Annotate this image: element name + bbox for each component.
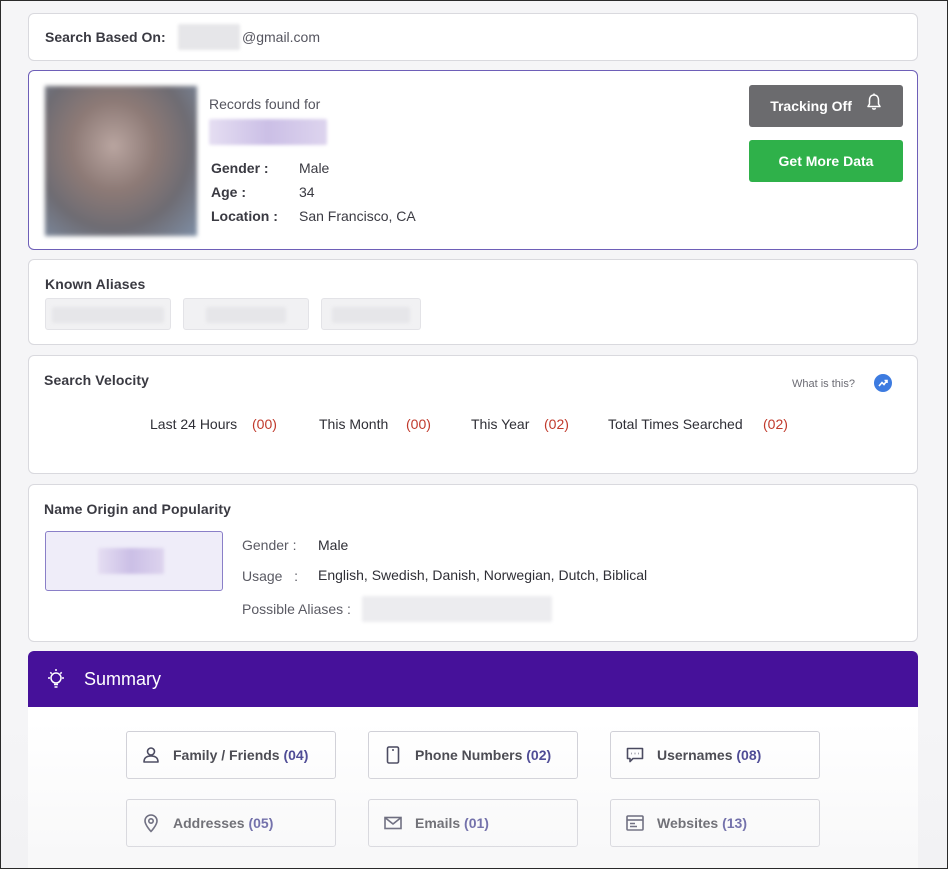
summary-header: Summary — [28, 651, 918, 707]
alias-chip[interactable] — [45, 298, 171, 330]
search-velocity-card: Search Velocity What is this? Last 24 Ho… — [28, 355, 918, 474]
bell-icon — [866, 85, 882, 127]
tracking-off-label: Tracking Off — [770, 98, 852, 114]
lightbulb-icon — [44, 667, 68, 696]
location-value: San Francisco, CA — [299, 208, 416, 224]
redacted-email-user — [178, 24, 240, 50]
origin-gender-value: Male — [318, 537, 349, 553]
redacted-person-name — [209, 119, 327, 145]
page-frame: Search Based On: @gmail.com Records foun… — [0, 0, 948, 869]
age-value: 34 — [299, 184, 315, 200]
location-label: Location : — [211, 208, 278, 224]
redacted-first-name — [98, 548, 164, 574]
redacted-alias — [206, 307, 286, 323]
usernames-button[interactable]: Usernames (08) — [610, 731, 820, 779]
redacted-alias — [332, 307, 410, 323]
name-origin-title: Name Origin and Popularity — [44, 501, 231, 517]
phone-icon — [383, 745, 403, 770]
name-origin-box — [45, 531, 223, 591]
summary-title: Summary — [84, 669, 162, 689]
origin-usage-value: English, Swedish, Danish, Norwegian, Dut… — [318, 567, 648, 583]
known-aliases-card: Known Aliases — [28, 259, 918, 345]
tracking-off-button[interactable]: Tracking Off — [749, 85, 903, 127]
websites-button[interactable]: Websites (13) — [610, 799, 820, 847]
alias-chip[interactable] — [321, 298, 421, 330]
family-friends-button[interactable]: Family / Friends (04) — [126, 731, 336, 779]
emails-label: Emails — [415, 815, 461, 831]
usernames-count: (08) — [736, 747, 762, 763]
gender-label: Gender : — [211, 160, 269, 176]
phone-numbers-label: Phone Numbers — [415, 747, 523, 763]
profile-photo — [45, 86, 197, 236]
redacted-possible-aliases — [362, 596, 552, 622]
search-based-on-card: Search Based On: @gmail.com — [28, 13, 918, 61]
browser-window-icon — [625, 813, 645, 838]
possible-aliases-label: Possible Aliases : — [242, 601, 351, 617]
phone-numbers-button[interactable]: Phone Numbers (02) — [368, 731, 578, 779]
velocity-total-searched-label: Total Times Searched — [608, 416, 743, 432]
envelope-icon — [383, 813, 403, 838]
location-pin-icon — [141, 813, 161, 838]
emails-button[interactable]: Emails (01) — [368, 799, 578, 847]
what-is-this-link[interactable]: What is this? — [792, 378, 855, 390]
velocity-this-month-count: (00) — [406, 416, 431, 432]
family-friends-count: (04) — [283, 747, 309, 763]
chat-icon — [625, 745, 645, 770]
name-origin-card: Name Origin and Popularity Gender : Male… — [28, 484, 918, 642]
velocity-last-24-hours-label: Last 24 Hours — [150, 416, 238, 432]
velocity-this-year-label: This Year — [471, 416, 530, 432]
origin-gender-label: Gender : — [242, 537, 297, 553]
usernames-label: Usernames — [657, 747, 733, 763]
addresses-label: Addresses — [173, 815, 245, 831]
addresses-count: (05) — [248, 815, 274, 831]
velocity-total-searched-count: (02) — [763, 416, 788, 432]
family-friends-label: Family / Friends — [173, 747, 280, 763]
records-found-label: Records found for — [209, 96, 321, 112]
velocity-last-24-hours-count: (00) — [252, 416, 277, 432]
help-icon[interactable] — [874, 374, 892, 392]
person-icon — [141, 745, 161, 770]
websites-label: Websites — [657, 815, 719, 831]
get-more-data-button[interactable]: Get More Data — [749, 140, 903, 182]
origin-usage-label: Usage : — [242, 568, 299, 584]
addresses-button[interactable]: Addresses (05) — [126, 799, 336, 847]
search-based-on-label: Search Based On: — [45, 29, 166, 45]
velocity-this-month-label: This Month — [319, 416, 389, 432]
velocity-this-year-count: (02) — [544, 416, 569, 432]
alias-chip[interactable] — [183, 298, 309, 330]
search-email-domain: @gmail.com — [242, 29, 321, 45]
age-label: Age : — [211, 184, 246, 200]
gender-value: Male — [299, 160, 330, 176]
redacted-alias — [52, 307, 164, 323]
known-aliases-title: Known Aliases — [45, 276, 146, 292]
summary-panel: Summary Family / Friends (04) Phone Numb… — [28, 651, 918, 868]
emails-count: (01) — [464, 815, 489, 831]
websites-count: (13) — [722, 815, 748, 831]
phone-numbers-count: (02) — [526, 747, 552, 763]
search-velocity-title: Search Velocity — [44, 372, 150, 388]
profile-card: Records found for Gender : Male Age : 34… — [28, 70, 918, 250]
